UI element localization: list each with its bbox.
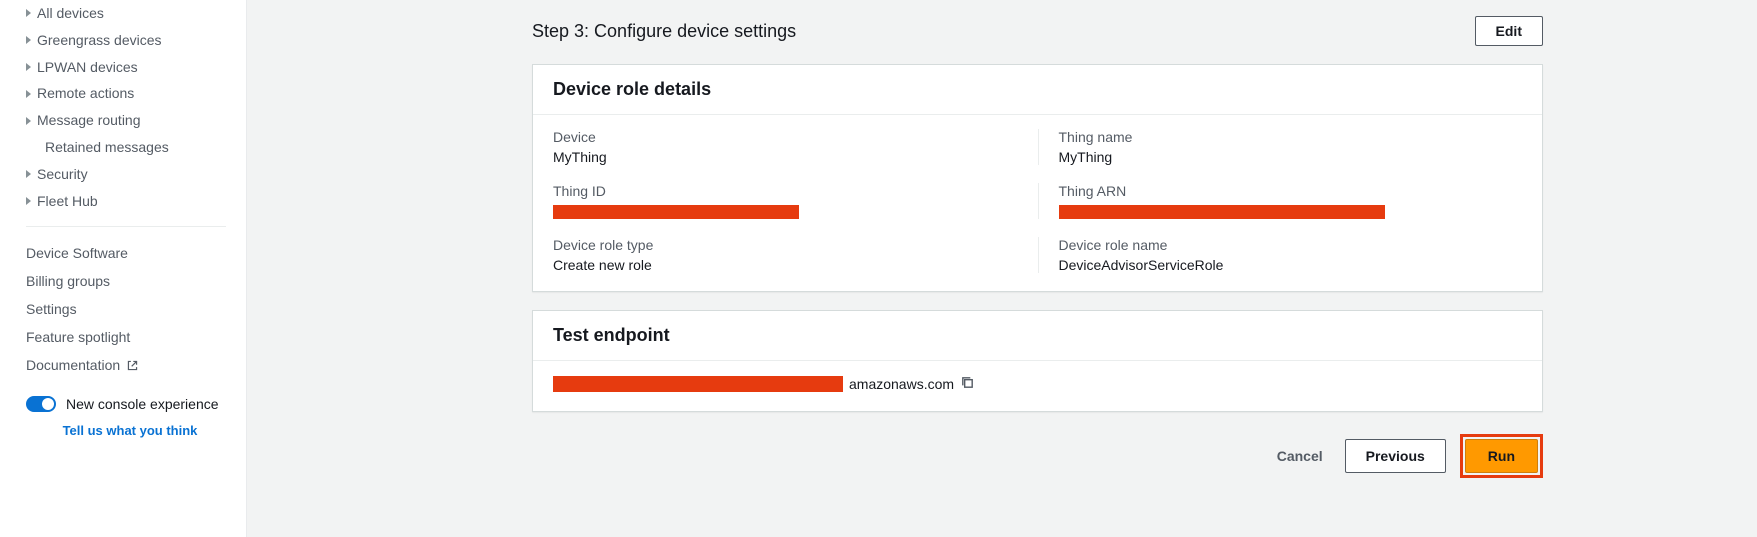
field-grid: Device MyThing Thing name MyThing Thing … [553, 129, 1522, 273]
sidebar-item-label: Documentation [26, 357, 120, 373]
caret-icon [26, 9, 31, 17]
panel-header: Device role details [533, 65, 1542, 115]
run-button[interactable]: Run [1465, 439, 1538, 473]
redacted-value [1059, 205, 1385, 219]
toggle-label: New console experience [66, 396, 219, 412]
copy-icon[interactable] [960, 375, 975, 393]
run-button-highlight: Run [1460, 434, 1543, 478]
redacted-value [553, 376, 843, 392]
nav-list: All devices Greengrass devices LPWAN dev… [0, 0, 246, 214]
field-device: Device MyThing [553, 129, 1038, 165]
panel-title: Test endpoint [553, 325, 1522, 346]
main-content: Step 3: Configure device settings Edit D… [247, 0, 1757, 537]
field-role-name: Device role name DeviceAdvisorServiceRol… [1038, 237, 1523, 273]
panel-header: Test endpoint [533, 311, 1542, 361]
sidebar-item-documentation[interactable]: Documentation [26, 351, 234, 379]
sidebar-item-all-devices[interactable]: All devices [26, 0, 234, 27]
panel-body: Device MyThing Thing name MyThing Thing … [533, 115, 1542, 291]
caret-icon [26, 90, 31, 98]
endpoint-suffix: amazonaws.com [849, 376, 954, 392]
field-value: MyThing [553, 149, 1038, 165]
field-label: Device role type [553, 237, 1038, 253]
sidebar-item-message-routing[interactable]: Message routing [26, 107, 234, 134]
sidebar-item-label: LPWAN devices [37, 59, 138, 76]
sidebar-item-billing-groups[interactable]: Billing groups [26, 267, 234, 295]
sidebar-item-label: Message routing [37, 112, 141, 129]
sidebar-item-label: Feature spotlight [26, 329, 130, 345]
field-value: Create new role [553, 257, 1038, 273]
sidebar-item-remote-actions[interactable]: Remote actions [26, 80, 234, 107]
caret-icon [26, 170, 31, 178]
panel-body: amazonaws.com [533, 361, 1542, 411]
sidebar-item-label: Billing groups [26, 273, 110, 289]
sidebar-item-label: All devices [37, 5, 104, 22]
divider [26, 226, 226, 227]
field-value [553, 203, 1038, 219]
caret-icon [26, 197, 31, 205]
field-value: DeviceAdvisorServiceRole [1059, 257, 1523, 273]
sidebar-item-retained-messages[interactable]: Retained messages [26, 134, 234, 161]
new-console-toggle[interactable] [26, 396, 56, 412]
field-value [1059, 203, 1523, 219]
nav-simple-list: Device Software Billing groups Settings … [0, 239, 246, 379]
footer-actions: Cancel Previous Run [532, 434, 1543, 478]
field-role-type: Device role type Create new role [553, 237, 1038, 273]
caret-icon [26, 36, 31, 44]
external-link-icon [126, 359, 139, 372]
feedback-link[interactable]: Tell us what you think [26, 423, 234, 438]
sidebar-item-lpwan-devices[interactable]: LPWAN devices [26, 54, 234, 81]
field-label: Thing ID [553, 183, 1038, 199]
field-label: Device role name [1059, 237, 1523, 253]
field-thing-arn: Thing ARN [1038, 183, 1523, 219]
caret-icon [26, 63, 31, 71]
panel-title: Device role details [553, 79, 1522, 100]
sidebar-item-label: Settings [26, 301, 77, 317]
sidebar-item-label: Retained messages [45, 139, 169, 156]
sidebar-item-greengrass-devices[interactable]: Greengrass devices [26, 27, 234, 54]
field-label: Thing ARN [1059, 183, 1523, 199]
step-title: Step 3: Configure device settings [532, 21, 796, 42]
sidebar-item-fleet-hub[interactable]: Fleet Hub [26, 188, 234, 215]
cancel-button[interactable]: Cancel [1269, 442, 1331, 470]
caret-icon [26, 117, 31, 125]
toggle-row: New console experience [26, 391, 234, 417]
sidebar-item-device-software[interactable]: Device Software [26, 239, 234, 267]
redacted-value [553, 205, 799, 219]
sidebar: All devices Greengrass devices LPWAN dev… [0, 0, 247, 537]
field-thing-id: Thing ID [553, 183, 1038, 219]
sidebar-item-label: Greengrass devices [37, 32, 162, 49]
sidebar-item-security[interactable]: Security [26, 161, 234, 188]
previous-button[interactable]: Previous [1345, 439, 1446, 473]
field-value: MyThing [1059, 149, 1523, 165]
field-label: Device [553, 129, 1038, 145]
sidebar-item-feature-spotlight[interactable]: Feature spotlight [26, 323, 234, 351]
edit-button[interactable]: Edit [1475, 16, 1543, 46]
endpoint-row: amazonaws.com [553, 375, 1522, 393]
sidebar-item-label: Device Software [26, 245, 128, 261]
sidebar-item-label: Security [37, 166, 88, 183]
field-label: Thing name [1059, 129, 1523, 145]
test-endpoint-panel: Test endpoint amazonaws.com [532, 310, 1543, 412]
device-role-details-panel: Device role details Device MyThing Thing… [532, 64, 1543, 292]
field-thing-name: Thing name MyThing [1038, 129, 1523, 165]
sidebar-bottom: New console experience Tell us what you … [0, 391, 246, 438]
sidebar-item-label: Fleet Hub [37, 193, 98, 210]
sidebar-item-label: Remote actions [37, 85, 134, 102]
sidebar-item-settings[interactable]: Settings [26, 295, 234, 323]
step-header: Step 3: Configure device settings Edit [532, 0, 1543, 64]
